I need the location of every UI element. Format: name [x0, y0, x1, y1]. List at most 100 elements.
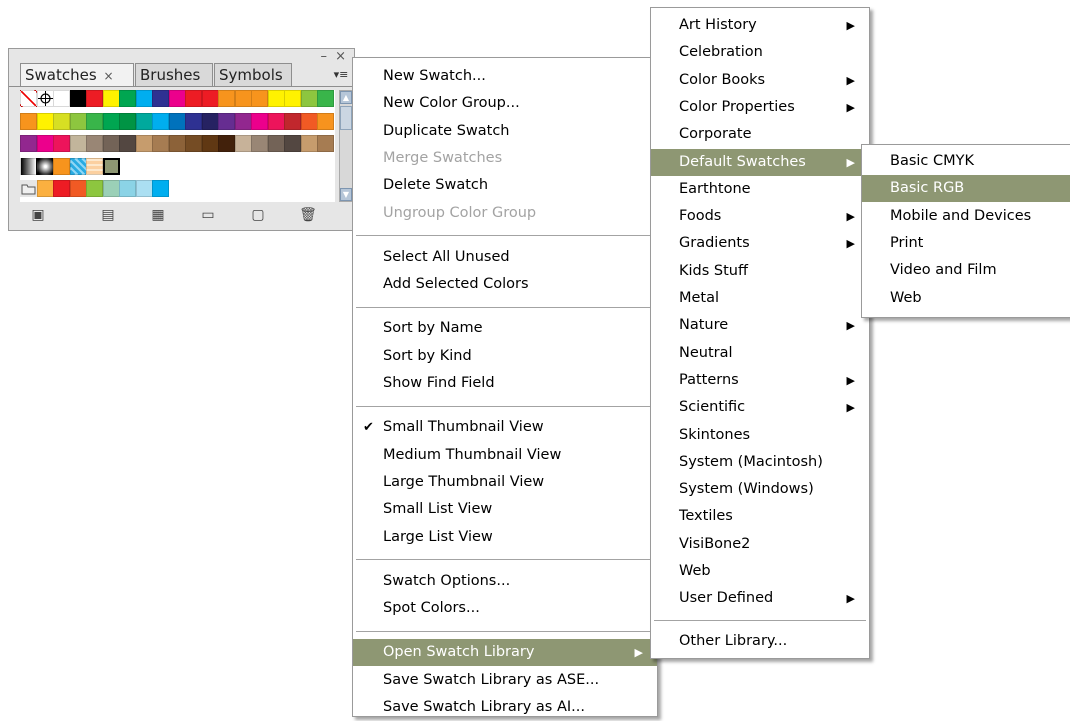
menu-item-duplicate-swatch[interactable]: Duplicate Swatch — [353, 118, 657, 145]
swatch[interactable] — [168, 112, 186, 130]
menu-item-basic-rgb[interactable]: Basic RGB — [862, 175, 1070, 203]
menu-item-sort-by-name[interactable]: Sort by Name — [353, 315, 657, 342]
swatch[interactable] — [284, 90, 301, 107]
show-swatch-kinds-icon[interactable]: ▤ — [98, 208, 118, 223]
menu-item-skintones[interactable]: Skintones — [651, 422, 869, 449]
swatch[interactable] — [234, 135, 252, 152]
selected-swatch[interactable] — [102, 157, 120, 175]
swatch[interactable] — [267, 90, 285, 107]
swatch[interactable] — [152, 180, 169, 197]
swatch[interactable] — [135, 135, 153, 152]
menu-item-nature[interactable]: Nature ▶ — [651, 312, 869, 339]
menu-item-small-list-view[interactable]: Small List View — [353, 496, 657, 523]
menu-item-delete-swatch[interactable]: Delete Swatch — [353, 172, 657, 199]
swatch[interactable] — [284, 135, 301, 152]
swatch[interactable] — [135, 112, 153, 130]
swatch[interactable] — [201, 112, 219, 130]
tab-swatches[interactable]: Swatches × — [20, 63, 134, 87]
menu-item-new-color-group[interactable]: New Color Group... — [353, 90, 657, 117]
scroll-down-arrow-icon[interactable]: ▼ — [340, 188, 352, 201]
menu-item-small-thumbnail-view[interactable]: ✔ Small Thumbnail View — [353, 414, 657, 441]
menu-item-web[interactable]: Web — [651, 558, 869, 585]
swatch[interactable] — [284, 112, 301, 130]
swatch[interactable] — [119, 180, 136, 197]
swatch[interactable] — [36, 180, 54, 197]
swatch[interactable] — [185, 112, 202, 130]
swatch[interactable] — [152, 90, 169, 107]
swatch[interactable] — [102, 135, 120, 152]
menu-item-mobile-and-devices[interactable]: Mobile and Devices — [862, 203, 1070, 230]
swatch[interactable] — [102, 90, 120, 107]
swatch[interactable] — [135, 180, 153, 197]
menu-item-corporate[interactable]: Corporate — [651, 121, 869, 148]
color-group-folder-icon[interactable] — [20, 180, 37, 197]
menu-item-large-list-view[interactable]: Large List View — [353, 524, 657, 551]
swatch[interactable] — [201, 90, 219, 107]
swatch[interactable] — [20, 112, 37, 130]
menu-item-web[interactable]: Web — [862, 285, 1070, 312]
menu-item-sort-by-kind[interactable]: Sort by Kind — [353, 343, 657, 370]
menu-item-user-defined[interactable]: User Defined ▶ — [651, 585, 869, 612]
swatch[interactable] — [86, 112, 103, 130]
swatch[interactable] — [20, 135, 37, 152]
swatch[interactable] — [168, 135, 186, 152]
registration-swatch-icon[interactable] — [36, 90, 54, 107]
swatch[interactable] — [317, 90, 334, 107]
swatch[interactable] — [119, 90, 136, 107]
panel-menu-button[interactable]: ▾≡ — [332, 68, 350, 82]
swatch[interactable] — [218, 112, 235, 130]
swatch[interactable] — [267, 135, 285, 152]
swatch[interactable] — [86, 90, 103, 107]
swatch-options-icon[interactable]: ▦ — [148, 208, 168, 223]
menu-item-new-swatch[interactable]: New Swatch... — [353, 63, 657, 90]
menu-item-foods[interactable]: Foods ▶ — [651, 203, 869, 230]
menu-item-celebration[interactable]: Celebration — [651, 39, 869, 66]
swatch[interactable] — [53, 135, 70, 152]
delete-swatch-icon[interactable]: 🗑 — [298, 208, 318, 223]
swatch-none-icon[interactable] — [20, 90, 37, 107]
swatch[interactable] — [317, 135, 334, 152]
menu-item-patterns[interactable]: Patterns ▶ — [651, 367, 869, 394]
swatch[interactable] — [86, 180, 103, 197]
menu-item-system-windows[interactable]: System (Windows) — [651, 476, 869, 503]
menu-item-show-find-field[interactable]: Show Find Field — [353, 370, 657, 397]
swatch[interactable] — [86, 135, 103, 152]
menu-item-color-properties[interactable]: Color Properties ▶ — [651, 94, 869, 121]
swatch[interactable] — [234, 112, 252, 130]
swatch[interactable] — [102, 180, 120, 197]
swatch[interactable] — [152, 135, 169, 152]
menu-item-select-all-unused[interactable]: Select All Unused — [353, 244, 657, 271]
menu-item-spot-colors[interactable]: Spot Colors... — [353, 595, 657, 622]
close-tab-icon[interactable]: × — [103, 69, 113, 83]
scroll-thumb[interactable] — [340, 106, 352, 130]
menu-item-print[interactable]: Print — [862, 230, 1070, 257]
scroll-up-arrow-icon[interactable]: ▲ — [340, 91, 352, 104]
menu-item-art-history[interactable]: Art History ▶ — [651, 12, 869, 39]
swatch[interactable] — [251, 135, 268, 152]
menu-item-video-and-film[interactable]: Video and Film — [862, 257, 1070, 284]
swatch[interactable] — [53, 112, 70, 130]
menu-item-large-thumbnail-view[interactable]: Large Thumbnail View — [353, 469, 657, 496]
new-color-group-icon[interactable]: ▭ — [198, 208, 218, 223]
menu-item-save-swatch-library-as-ai[interactable]: Save Swatch Library as AI... — [353, 694, 657, 721]
new-swatch-icon[interactable]: ▢ — [248, 208, 268, 223]
swatch[interactable] — [201, 135, 219, 152]
menu-item-neutral[interactable]: Neutral — [651, 340, 869, 367]
panel-window-buttons[interactable]: – × — [320, 49, 348, 64]
swatch[interactable] — [102, 112, 120, 130]
swatch[interactable] — [317, 112, 334, 130]
menu-item-basic-cmyk[interactable]: Basic CMYK — [862, 148, 1070, 175]
swatch[interactable] — [168, 90, 186, 107]
swatch[interactable] — [69, 112, 87, 130]
menu-item-open-swatch-library[interactable]: Open Swatch Library ▶ — [353, 639, 657, 667]
swatch-scrollbar[interactable]: ▲ ▼ — [339, 90, 353, 202]
menu-item-other-library[interactable]: Other Library... — [651, 628, 869, 655]
pattern-swatch[interactable] — [86, 157, 103, 175]
swatch[interactable] — [300, 90, 318, 107]
swatch[interactable] — [53, 90, 70, 107]
menu-item-color-books[interactable]: Color Books ▶ — [651, 67, 869, 94]
swatch[interactable] — [300, 112, 318, 130]
swatch[interactable] — [69, 180, 87, 197]
swatch[interactable] — [185, 135, 202, 152]
menu-item-medium-thumbnail-view[interactable]: Medium Thumbnail View — [353, 442, 657, 469]
